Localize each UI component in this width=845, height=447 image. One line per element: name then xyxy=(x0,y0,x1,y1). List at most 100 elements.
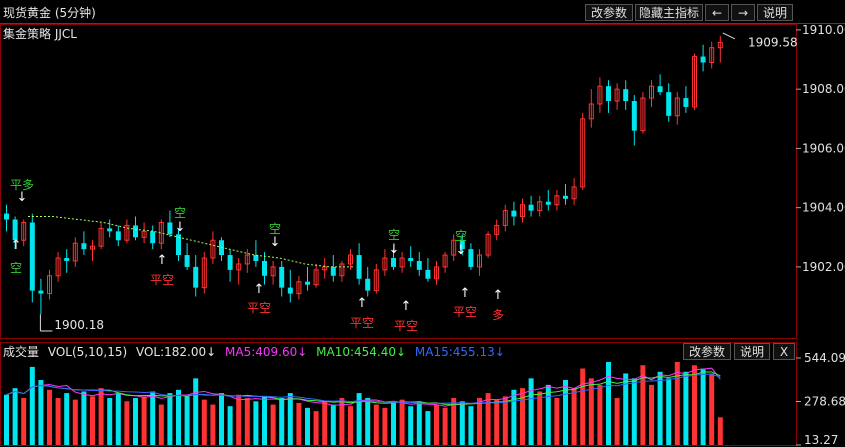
volume-bar xyxy=(158,404,164,445)
candle-body xyxy=(287,287,293,294)
modify-params-button[interactable]: 改参数 xyxy=(585,4,633,21)
candle-body xyxy=(305,281,310,285)
volume-bar xyxy=(296,402,302,445)
volume-bar xyxy=(244,398,250,445)
volume-bar xyxy=(614,398,620,445)
window-title: 现货黄金 (5分钟) xyxy=(3,6,96,20)
volume-bar xyxy=(442,407,448,445)
signal-arrow: ↑ xyxy=(157,253,168,268)
volume-bar xyxy=(717,417,723,445)
candle-body xyxy=(193,266,199,288)
volume-help-button[interactable]: 说明 xyxy=(734,343,770,360)
volume-bar xyxy=(692,365,697,445)
volume-bar xyxy=(55,398,61,445)
signal-label: 空 xyxy=(455,229,467,243)
candle-body xyxy=(416,260,422,270)
signal-arrow: ↑ xyxy=(11,238,22,253)
volume-bar xyxy=(47,389,52,445)
candle-body xyxy=(666,92,672,116)
candle-body xyxy=(606,86,611,102)
signal-arrow: ↑ xyxy=(493,288,504,303)
price-tick-label: 1902.00 xyxy=(802,260,845,274)
signal-arrow: ↑ xyxy=(460,286,471,301)
volume-bar xyxy=(425,411,431,445)
candle-body xyxy=(408,258,414,261)
volume-bar xyxy=(597,384,603,445)
volume-bar xyxy=(683,371,689,445)
volume-bar xyxy=(554,398,560,445)
candle-body xyxy=(425,269,431,279)
last-price-pointer xyxy=(722,32,736,40)
volume-tick-label: 13.27 xyxy=(804,433,838,447)
volume-bar xyxy=(571,388,577,445)
volume-bar xyxy=(416,401,422,445)
scroll-left-button[interactable]: ← xyxy=(705,4,729,21)
volume-bar xyxy=(382,407,388,445)
volume-bar xyxy=(511,389,517,445)
signal-arrow: ↓ xyxy=(17,190,28,205)
ma10-line xyxy=(6,371,721,405)
volume-bar xyxy=(477,398,482,445)
signal-arrow: ↓ xyxy=(175,220,186,235)
volume-bar xyxy=(21,398,27,445)
volume-bar xyxy=(210,404,216,445)
candle-body xyxy=(262,260,267,276)
candle-body xyxy=(167,222,173,235)
volume-bar xyxy=(262,396,267,445)
price-tick-label: 1910.00 xyxy=(802,23,845,37)
signal-label: 平空 xyxy=(150,273,174,287)
volume-close-button[interactable]: X xyxy=(773,343,795,360)
candle-body xyxy=(391,258,396,267)
volume-bar xyxy=(580,368,586,445)
volume-bar xyxy=(657,371,663,445)
volume-bar xyxy=(365,398,371,445)
volume-bar xyxy=(107,398,113,445)
volume-bar xyxy=(115,393,121,445)
volume-bars xyxy=(4,361,723,445)
low-price-label: 1900.18 xyxy=(54,318,104,332)
main-frame xyxy=(0,24,797,339)
volume-bar xyxy=(408,406,414,445)
candle-body xyxy=(133,225,138,238)
volume-bar xyxy=(459,401,465,445)
volume-bar xyxy=(631,378,637,445)
volume-bar xyxy=(434,404,439,445)
price-tick-label: 1904.00 xyxy=(802,201,845,215)
signal-label: 平空 xyxy=(350,316,374,330)
volume-tick-label: 278.68 xyxy=(804,395,845,409)
volume-bar xyxy=(305,407,310,445)
candle-body xyxy=(511,210,517,217)
volume-bar xyxy=(4,394,9,445)
volume-bar xyxy=(193,378,199,445)
price-tick-label: 1908.00 xyxy=(802,82,845,96)
signal-arrow: ↓ xyxy=(456,243,467,258)
volume-modify-params-button[interactable]: 改参数 xyxy=(683,343,731,360)
volume-bar xyxy=(666,378,672,445)
volume-bar xyxy=(373,404,379,445)
volume-bar xyxy=(12,388,18,445)
candle-body xyxy=(657,86,663,93)
volume-bar xyxy=(279,398,285,445)
signal-label: 平空 xyxy=(394,319,418,333)
candle-body xyxy=(64,258,70,261)
chart-canvas: 平多↓空↑空↓平空↑平空↑空↓平空↑空↓平空↑空↓平空↑多↑ 1910.0019… xyxy=(0,23,845,447)
volume-bar xyxy=(227,406,233,445)
candle-body xyxy=(563,195,568,199)
help-button[interactable]: 说明 xyxy=(757,4,793,21)
volume-bar xyxy=(201,399,207,445)
signal-label: 空 xyxy=(10,261,22,275)
scroll-right-button[interactable]: → xyxy=(731,4,755,21)
volume-bar xyxy=(649,384,654,445)
candle-body xyxy=(227,255,233,270)
volume-bar xyxy=(38,379,44,445)
last-price-label: 1909.58 xyxy=(748,35,798,49)
hide-main-indicator-button[interactable]: 隐藏主指标 xyxy=(635,4,703,21)
volume-bar xyxy=(709,373,715,445)
ma10-value: MA10:454.40↓ xyxy=(316,345,407,359)
signal-arrow: ↑ xyxy=(357,296,368,311)
candle-body xyxy=(253,255,259,261)
candle-body xyxy=(365,278,371,291)
volume-bar xyxy=(700,368,706,445)
volume-bar xyxy=(81,391,87,445)
volume-axis: 544.09 278.68 13.27 xyxy=(796,351,845,447)
